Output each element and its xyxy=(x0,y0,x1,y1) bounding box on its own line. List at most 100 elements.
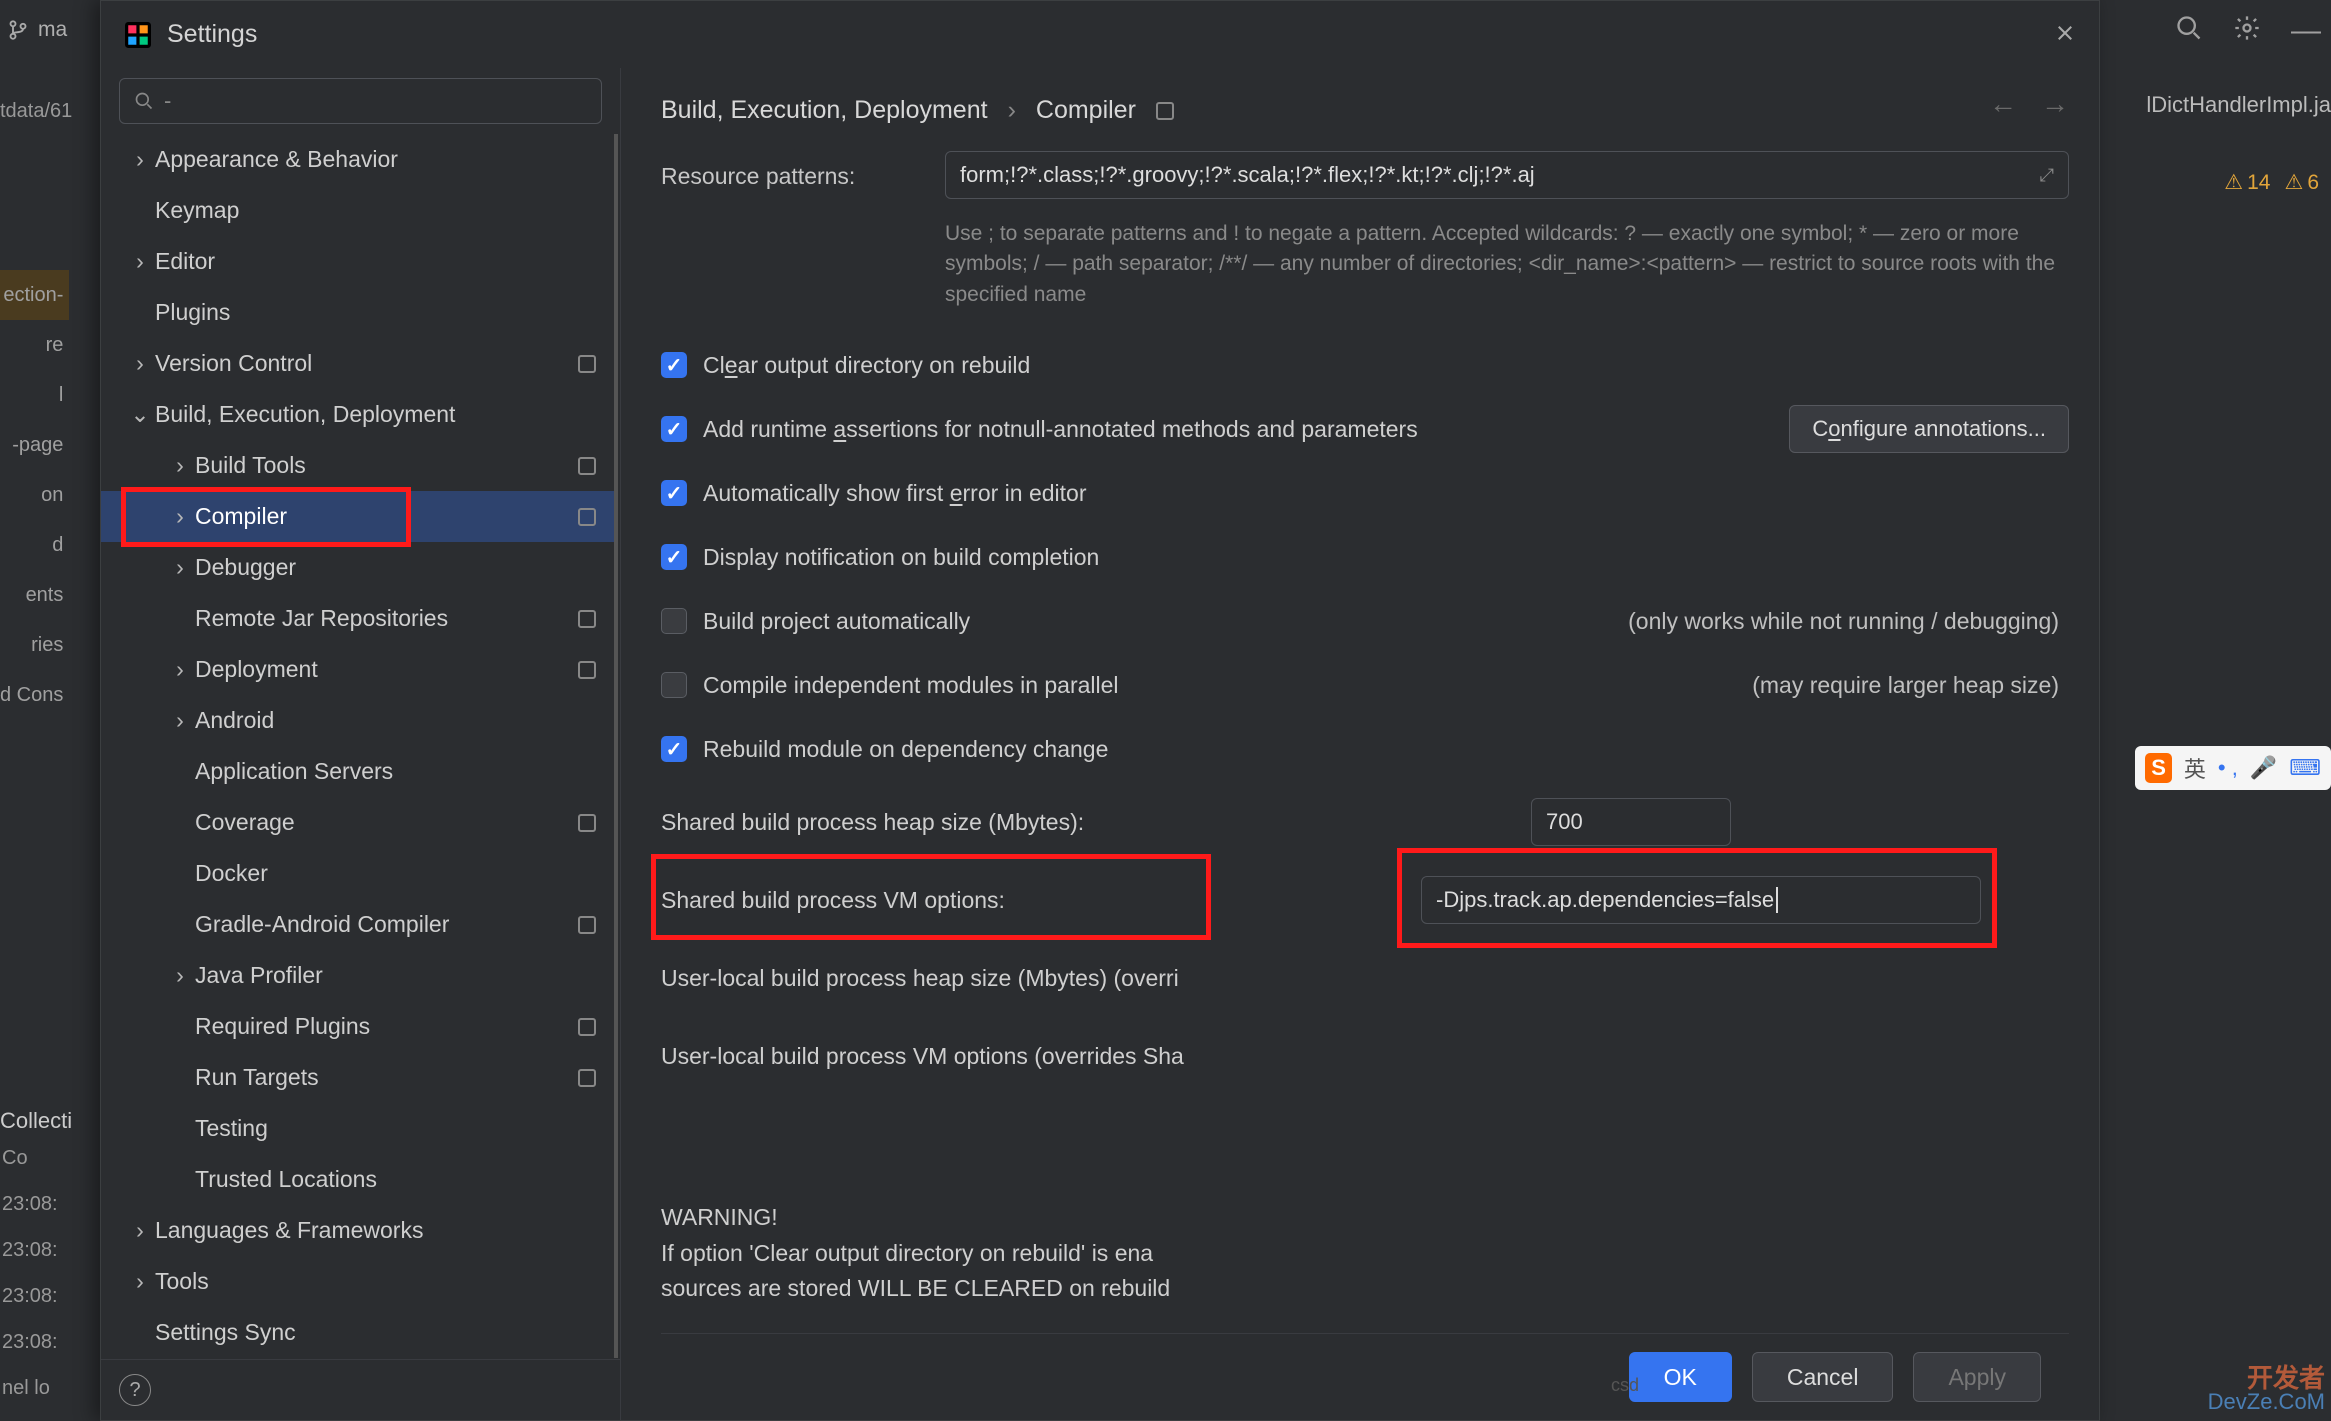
ime-mic-icon[interactable]: 🎤 xyxy=(2250,755,2277,781)
tree-item-coverage[interactable]: Coverage xyxy=(101,797,614,848)
tree-item-label: Appearance & Behavior xyxy=(155,146,398,173)
tree-item-keymap[interactable]: Keymap xyxy=(101,185,614,236)
tree-item-run-targets[interactable]: Run Targets xyxy=(101,1052,614,1103)
chevron-down-icon: ⌄ xyxy=(125,401,155,428)
ime-keyboard-icon[interactable]: ⌨ xyxy=(2289,755,2321,781)
chevron-right-icon: › xyxy=(165,554,195,581)
tree-item-label: Android xyxy=(195,707,274,734)
left-panel-fragment: ection- re l -page on d ents ries d Cons xyxy=(0,270,69,720)
heap-size-label: Shared build process heap size (Mbytes): xyxy=(661,809,1421,836)
close-button[interactable] xyxy=(2055,19,2075,50)
notify-on-build-checkbox[interactable]: Display notification on build completion xyxy=(661,532,2069,582)
tree-item-application-servers[interactable]: Application Servers xyxy=(101,746,614,797)
tree-item-docker[interactable]: Docker xyxy=(101,848,614,899)
scope-badge-icon xyxy=(578,916,596,934)
tree-item-deployment[interactable]: ›Deployment xyxy=(101,644,614,695)
show-first-error-checkbox[interactable]: Automatically show first error in editor xyxy=(661,468,2069,518)
checkbox-icon xyxy=(661,480,687,506)
tree-item-label: Docker xyxy=(195,860,268,887)
chevron-right-icon: › xyxy=(125,146,155,173)
warning-indicator-1[interactable]: ⚠ 14 xyxy=(2224,170,2270,195)
search-input[interactable]: - xyxy=(119,78,602,124)
tree-item-testing[interactable]: Testing xyxy=(101,1103,614,1154)
rebuild-dep-checkbox[interactable]: Rebuild module on dependency change xyxy=(661,724,2069,774)
ime-toolbar[interactable]: S 英 • , 🎤 ⌨ xyxy=(2135,746,2331,790)
checkbox-icon xyxy=(661,544,687,570)
branch-icon xyxy=(8,20,28,40)
warning-indicator-2[interactable]: ⚠ 6 xyxy=(2284,170,2319,195)
resource-patterns-value: form;!?*.class;!?*.groovy;!?*.scala;!?*.… xyxy=(960,162,1535,188)
side-note: (only works while not running / debuggin… xyxy=(1628,608,2069,635)
tree-item-remote-jar-repositories[interactable]: Remote Jar Repositories xyxy=(101,593,614,644)
vm-options-label: Shared build process VM options: xyxy=(661,887,1421,914)
collections-fragment: Collecti xyxy=(0,1108,72,1134)
tree-item-gradle-android-compiler[interactable]: Gradle-Android Compiler xyxy=(101,899,614,950)
tree-item-languages-frameworks[interactable]: ›Languages & Frameworks xyxy=(101,1205,614,1256)
chevron-right-icon: › xyxy=(165,503,195,530)
tree-item-appearance-behavior[interactable]: ›Appearance & Behavior xyxy=(101,134,614,185)
chevron-right-icon: › xyxy=(165,962,195,989)
local-heap-label: User-local build process heap size (Mbyt… xyxy=(661,965,1421,992)
scope-badge-icon xyxy=(1156,102,1174,120)
tree-item-plugins[interactable]: Plugins xyxy=(101,287,614,338)
expand-icon[interactable]: ⤢ xyxy=(2040,165,2054,186)
scope-badge-icon xyxy=(578,661,596,679)
tree-item-compiler[interactable]: ›Compiler xyxy=(101,491,614,542)
watermark: 开发者 DevZe.CoM xyxy=(2208,1365,2325,1413)
breadcrumb-item[interactable]: Build, Execution, Deployment xyxy=(661,96,988,125)
tree-item-version-control[interactable]: ›Version Control xyxy=(101,338,614,389)
tree-item-trusted-locations[interactable]: Trusted Locations xyxy=(101,1154,614,1205)
checkbox-icon xyxy=(661,416,687,442)
tree-item-label: Version Control xyxy=(155,350,312,377)
tree-item-debugger[interactable]: ›Debugger xyxy=(101,542,614,593)
nav-forward-button[interactable]: → xyxy=(2041,88,2069,120)
checkbox-icon xyxy=(661,672,687,698)
help-button[interactable]: ? xyxy=(119,1374,151,1406)
cancel-button[interactable]: Cancel xyxy=(1752,1352,1894,1402)
tree-item-label: Java Profiler xyxy=(195,962,323,989)
settings-tree[interactable]: ›Appearance & BehaviorKeymap›EditorPlugi… xyxy=(101,134,620,1359)
tree-item-editor[interactable]: ›Editor xyxy=(101,236,614,287)
add-assertions-checkbox[interactable]: Add runtime assertions for notnull-annot… xyxy=(661,404,2069,454)
vm-options-input[interactable]: -Djps.track.ap.dependencies=false xyxy=(1421,876,1981,924)
ok-button[interactable]: OK xyxy=(1629,1352,1732,1402)
build-auto-checkbox[interactable]: Build project automatically (only works … xyxy=(661,596,2069,646)
tree-item-label: Required Plugins xyxy=(195,1013,370,1040)
chevron-right-icon: › xyxy=(165,656,195,683)
tree-item-label: Run Targets xyxy=(195,1064,319,1091)
chevron-right-icon: › xyxy=(125,248,155,275)
configure-annotations-button[interactable]: Configure annotations... xyxy=(1789,405,2069,453)
minimize-icon[interactable]: — xyxy=(2291,14,2321,48)
breadcrumb: Build, Execution, Deployment › Compiler xyxy=(661,96,2069,125)
tree-item-label: Editor xyxy=(155,248,215,275)
inspection-indicators[interactable]: ⚠ 14 ⚠ 6 xyxy=(2224,170,2319,195)
tree-item-required-plugins[interactable]: Required Plugins xyxy=(101,1001,614,1052)
tree-item-label: Build, Execution, Deployment xyxy=(155,401,455,428)
tree-item-label: Tools xyxy=(155,1268,209,1295)
gear-icon[interactable] xyxy=(2233,14,2261,48)
apply-button[interactable]: Apply xyxy=(1913,1352,2041,1402)
breadcrumb-item[interactable]: Compiler xyxy=(1036,96,1136,125)
tree-item-build-execution-deployment[interactable]: ⌄Build, Execution, Deployment xyxy=(101,389,614,440)
search-icon[interactable] xyxy=(2175,14,2203,48)
nav-back-button[interactable]: ← xyxy=(1989,88,2017,120)
dialog-footer: csd OK Cancel Apply xyxy=(661,1333,2069,1420)
scope-badge-icon xyxy=(578,1018,596,1036)
parallel-compile-checkbox[interactable]: Compile independent modules in parallel … xyxy=(661,660,2069,710)
heap-size-input[interactable] xyxy=(1531,798,1731,846)
tree-item-label: Remote Jar Repositories xyxy=(195,605,448,632)
tree-item-java-profiler[interactable]: ›Java Profiler xyxy=(101,950,614,1001)
ime-punct-icon[interactable]: • , xyxy=(2218,755,2238,781)
ime-lang[interactable]: 英 xyxy=(2184,752,2206,784)
resource-patterns-input[interactable]: form;!?*.class;!?*.groovy;!?*.scala;!?*.… xyxy=(945,151,2069,199)
clear-output-checkbox[interactable]: Clear output directory on rebuild xyxy=(661,340,2069,390)
tree-item-build-tools[interactable]: ›Build Tools xyxy=(101,440,614,491)
vcs-branch[interactable]: ma xyxy=(8,18,67,42)
tree-item-tools[interactable]: ›Tools xyxy=(101,1256,614,1307)
scope-badge-icon xyxy=(578,1069,596,1087)
tree-item-label: Plugins xyxy=(155,299,230,326)
tree-item-settings-sync[interactable]: Settings Sync xyxy=(101,1307,614,1358)
tree-item-android[interactable]: ›Android xyxy=(101,695,614,746)
scope-badge-icon xyxy=(578,508,596,526)
chevron-right-icon: › xyxy=(125,350,155,377)
